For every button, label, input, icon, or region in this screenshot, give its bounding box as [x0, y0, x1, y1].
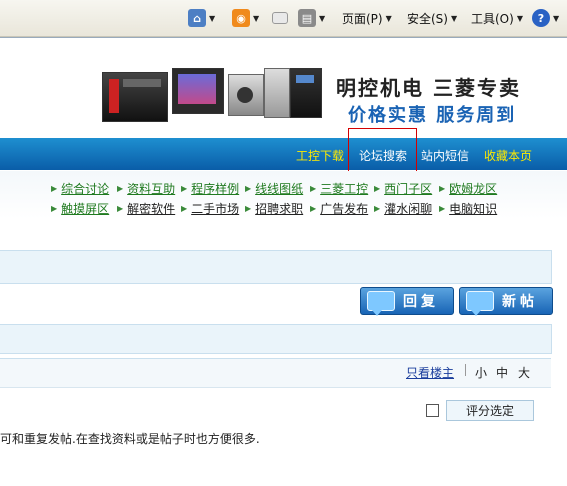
post-body-text: 可和重复发帖.在查找资料或是帖子时也方便很多. [0, 432, 260, 446]
mail-button[interactable] [272, 8, 288, 28]
safety-menu[interactable]: 安全(S) ▼ [407, 8, 457, 28]
browser-command-bar: ⌂ ▼ ◉ ▼ ▤ ▼ 页面(P) ▼ 安全(S) ▼ 工具(O) ▼ ? ▼ [0, 0, 567, 37]
reply-button[interactable]: 回复 [360, 287, 454, 316]
arrow-right-icon: ▶ [181, 184, 188, 193]
safety-menu-label: 安全(S) [407, 11, 448, 26]
print-button[interactable]: ▤ ▼ [298, 8, 325, 28]
category-link[interactable]: ▶ 灌水闲聊 [374, 200, 432, 217]
category-link[interactable]: ▶ 三菱工控 [310, 180, 368, 197]
category-link[interactable]: ▶ 线线图纸 [245, 180, 303, 197]
home-icon: ⌂ [188, 9, 206, 27]
tools-menu-label: 工具(O) [471, 11, 514, 26]
rate-button[interactable]: 评分选定 [446, 400, 534, 421]
category-link[interactable]: ▶ 解密软件 [117, 200, 175, 217]
arrow-right-icon: ▶ [51, 204, 58, 213]
chevron-down-icon: ▼ [385, 13, 392, 23]
arrow-right-icon: ▶ [51, 184, 58, 193]
font-small-link[interactable]: 小 [475, 364, 487, 381]
category-link[interactable]: ▶ 触摸屏区 [51, 200, 109, 217]
arrow-right-icon: ▶ [374, 184, 381, 193]
chevron-down-icon: ▼ [319, 13, 326, 23]
nav-link-messages[interactable]: 站内短信 [421, 147, 469, 164]
home-button[interactable]: ⌂ ▼ [188, 8, 215, 28]
brand-slogan-2: 价格实惠 服务周到 [348, 105, 517, 126]
new-post-button[interactable]: 新帖 [459, 287, 553, 316]
inverter-image [290, 68, 322, 118]
chevron-down-icon: ▼ [209, 13, 216, 23]
nav-link-bookmark[interactable]: 收藏本页 [484, 147, 532, 164]
category-link[interactable]: ▶ 广告发布 [310, 200, 368, 217]
arrow-right-icon: ▶ [245, 184, 252, 193]
arrow-right-icon: ▶ [117, 184, 124, 193]
help-button[interactable]: ? ▼ [532, 8, 559, 28]
highlight-box [348, 128, 417, 174]
tools-menu[interactable]: 工具(O) ▼ [471, 8, 523, 28]
category-link[interactable]: ▶ 电脑知识 [439, 200, 497, 217]
forum-categories: ▶ 综合讨论 ▶ 资料互助 ▶ 程序样例 ▶ 线线图纸 ▶ 三菱工控 ▶ 西门子区 ▶ 欧姆龙… [0, 171, 567, 219]
arrow-right-icon: ▶ [374, 204, 381, 213]
arrow-right-icon: ▶ [117, 204, 124, 213]
brand-slogan-1: 明控机电 三菱专卖 [336, 76, 521, 100]
site-banner: 明控机电 三菱专卖 价格实惠 服务周到 [0, 37, 567, 139]
chevron-down-icon: ▼ [253, 13, 260, 23]
reply-button-label: 回复 [403, 294, 439, 310]
only-op-link[interactable]: 只看楼主 [406, 364, 454, 381]
post-header [0, 358, 551, 388]
printer-icon: ▤ [298, 9, 316, 27]
category-link[interactable]: ▶ 欧姆龙区 [439, 180, 497, 197]
servo-motor-image [228, 74, 264, 116]
page-menu-label: 页面(P) [342, 11, 383, 26]
new-post-button-label: 新帖 [502, 294, 538, 310]
arrow-right-icon: ▶ [439, 204, 446, 213]
arrow-right-icon: ▶ [310, 184, 317, 193]
mail-icon [272, 12, 288, 24]
rss-icon: ◉ [232, 9, 250, 27]
arrow-right-icon: ▶ [310, 204, 317, 213]
thread-info-bar [0, 250, 552, 284]
reply-icon [367, 291, 395, 316]
category-link[interactable]: ▶ 综合讨论 [51, 180, 109, 197]
new-post-icon [466, 291, 494, 316]
category-link[interactable]: ▶ 西门子区 [374, 180, 432, 197]
nav-link-downloads[interactable]: 工控下载 [296, 147, 344, 164]
hmi-product-image [172, 68, 224, 114]
category-link[interactable]: ▶ 程序样例 [181, 180, 239, 197]
category-link[interactable]: ▶ 招聘求职 [245, 200, 303, 217]
arrow-right-icon: ▶ [181, 204, 188, 213]
arrow-right-icon: ▶ [245, 204, 252, 213]
thread-title-bar [0, 324, 552, 354]
top-nav-bar: 工控下载 论坛搜索 站内短信 收藏本页 [0, 138, 567, 170]
plc-product-image [102, 72, 168, 122]
feeds-button[interactable]: ◉ ▼ [232, 8, 259, 28]
font-large-link[interactable]: 大 [518, 364, 530, 381]
divider [465, 364, 466, 376]
category-link[interactable]: ▶ 二手市场 [181, 200, 239, 217]
chevron-down-icon: ▼ [450, 13, 458, 23]
help-icon: ? [532, 9, 550, 27]
page-menu[interactable]: 页面(P) ▼ [342, 8, 392, 28]
font-medium-link[interactable]: 中 [496, 364, 508, 381]
category-link[interactable]: ▶ 资料互助 [117, 180, 175, 197]
arrow-right-icon: ▶ [439, 184, 446, 193]
servo-drive-image [264, 68, 290, 118]
rate-select-checkbox[interactable] [426, 404, 439, 417]
chevron-down-icon: ▼ [516, 13, 523, 23]
chevron-down-icon: ▼ [553, 13, 560, 23]
